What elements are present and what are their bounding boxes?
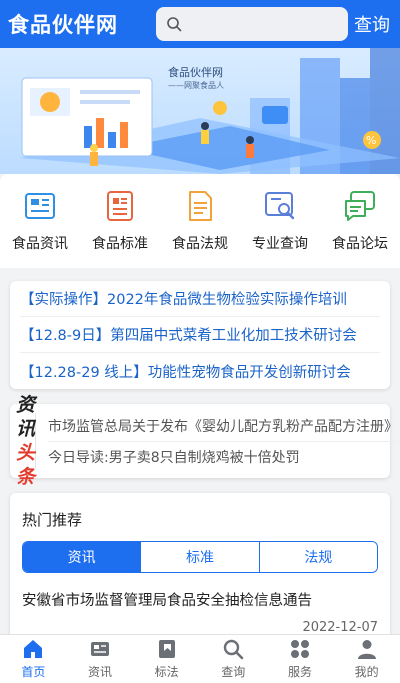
headline-item[interactable]: 【12.28-29 线上】功能性宠物食品开发创新研讨会 [20,353,380,389]
quick-nav-food-news[interactable]: 食品资讯 [0,189,80,253]
app-title: 食品伙伴网 [8,13,118,37]
tab-mine[interactable]: 我的 [335,638,399,680]
news-card-icon [25,193,55,219]
quick-nav-label: 食品标准 [92,236,148,252]
quick-nav-label: 食品资讯 [12,236,68,252]
quick-nav-label: 食品法规 [172,236,228,252]
headline-list: 【实际操作】2022年食品微生物检验实际操作培训 【12.8-9日】第四届中式菜… [10,281,390,389]
toutiao-logo: 资讯 头条 [16,394,37,488]
tab-regulation[interactable]: 法规 [258,542,377,572]
banner-brand: 食品伙伴网 [168,66,223,79]
news-icon [90,642,109,656]
promo-banner[interactable]: % 食品伙伴网 ——网聚食品人 [0,48,400,174]
headline-item[interactable]: 【12.8-9日】第四届中式菜肴工业化加工技术研讨会 [20,317,380,353]
hot-article-date: 2022-12-07 [302,620,378,635]
svg-text:%: % [366,134,376,147]
regulation-doc-icon [189,191,212,221]
hot-tabs: 资讯 标准 法规 [22,541,378,573]
hot-article-title[interactable]: 安徽省市场监督管理局食品安全抽检信息通告 [22,589,378,610]
tab-query[interactable]: 查询 [201,638,265,680]
user-icon [357,640,376,659]
search-doc-icon [265,192,295,220]
search-icon [167,17,182,32]
home-icon [24,640,43,658]
tab-standards-laws[interactable]: 标法 [135,638,199,680]
tab-news[interactable]: 资讯 [68,638,132,680]
forum-chat-icon [345,191,375,221]
toutiao-list: 市场监管总局关于发布《婴幼儿配方乳粉产品配方注册》 今日导读:男子卖8只自制烧鸡… [36,411,400,471]
search-button[interactable]: 查询 [354,11,390,37]
standard-doc-icon [107,191,133,221]
quick-nav-pro-query[interactable]: 专业查询 [240,189,320,253]
quick-nav-food-forum[interactable]: 食品论坛 [320,189,400,253]
top-bar: 食品伙伴网 查询 [0,0,400,48]
section-title: 热门推荐 [22,511,83,529]
hot-recommend-section: 热门推荐 资讯 标准 法规 安徽省市场监督管理局食品安全抽检信息通告 2022-… [10,493,390,638]
tab-home[interactable]: 首页 [1,638,65,680]
book-icon [158,640,175,658]
tab-news[interactable]: 资讯 [23,542,141,572]
tab-services[interactable]: 服务 [268,638,332,680]
search-icon [224,639,244,660]
toutiao-item[interactable]: 市场监管总局关于发布《婴幼儿配方乳粉产品配方注册》 [48,411,398,441]
search-box[interactable] [156,7,348,41]
quick-nav-food-regulation[interactable]: 食品法规 [160,189,240,253]
tab-standard[interactable]: 标准 [140,542,259,572]
quick-nav-food-standard[interactable]: 食品标准 [80,189,160,253]
search-input[interactable] [188,16,338,32]
toutiao-item[interactable]: 今日导读:男子卖8只自制烧鸡被十倍处罚 [48,441,399,471]
quick-nav: 食品资讯 食品标准 食品法规 专业查询 食品论坛 [0,174,400,268]
quick-nav-label: 食品论坛 [332,236,388,252]
news-headline-ticker: 资讯 头条 市场监管总局关于发布《婴幼儿配方乳粉产品配方注册》 今日导读:男子卖… [10,394,399,488]
quick-nav-label: 专业查询 [252,236,308,252]
banner-slogan: ——网聚食品人 [168,81,224,90]
grid-services-icon [290,640,309,658]
bottom-tab-bar: 首页 资讯 标法 查询 服务 我的 [0,634,400,683]
headline-item[interactable]: 【实际操作】2022年食品微生物检验实际操作培训 [20,281,380,317]
